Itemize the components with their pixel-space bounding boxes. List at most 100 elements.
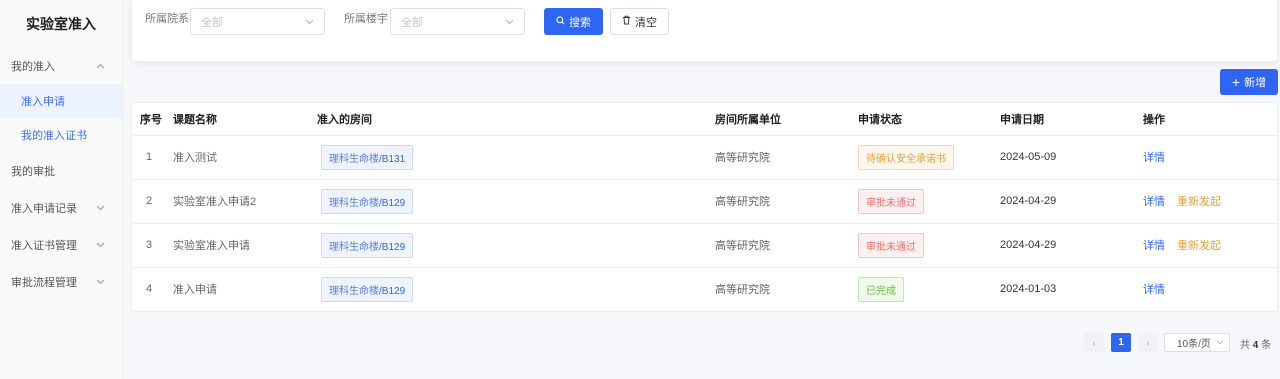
row-actions: 详情 重新发起 [1143,223,1277,268]
row-name: 准入申请 [173,284,217,297]
row-index: 1 [132,135,173,180]
total-count: 4 [1252,340,1259,351]
search-icon [556,15,565,28]
row-status-cell: 待确认安全承诺书 [858,135,1000,180]
sidebar-item-label: 准入申请记录 [11,202,77,215]
row-name: 实验室准入申请2 [173,179,317,224]
dept-select-value: 全部 [201,16,223,29]
building-select[interactable]: 全部 [390,8,525,35]
chevron-down-icon [505,17,514,27]
chevron-up-icon [94,60,106,72]
building-filter-label: 所属楼宇 [344,13,388,25]
col-header-unit: 房间所属单位 [715,103,858,136]
restart-link[interactable]: 重新发起 [1177,196,1221,208]
sidebar-item-my-approval[interactable]: 我的审批 [0,152,122,189]
row-index: 4 [146,283,153,296]
room-tag: 理科生命楼/B131 [321,144,414,170]
add-button[interactable]: + 新增 [1220,69,1278,95]
search-button[interactable]: 搜索 [544,8,603,35]
sidebar-item-apply-records[interactable]: 准入申请记录 [0,189,122,226]
main-content: 所属院系 全部 所属楼宇 全部 搜索 清空 + 新增 序号 课题名称 准入的房间… [123,0,1280,379]
row-status-cell: 审批未通过 [858,223,1000,268]
table-row: 1 准入测试 理科生命楼/B131 高等研究院 待确认安全承诺书 2024-05… [132,135,1277,180]
room-tag: 理科生命楼/B129 [321,188,414,214]
row-room-cell: 理科生命楼/B129 [317,267,715,311]
prev-page-button[interactable]: ‹ [1084,333,1104,352]
total-suffix: 条 [1261,340,1272,351]
page-size-select[interactable]: 10条/页 [1164,333,1230,352]
next-page-button[interactable]: › [1138,333,1158,352]
row-index: 3 [132,223,173,268]
row-unit: 高等研究院 [715,135,858,180]
sidebar-item-label: 准入证书管理 [11,239,77,252]
room-building: 理科生命楼 [329,285,379,297]
dept-select[interactable]: 全部 [190,8,325,35]
dept-filter-label: 所属院系 [145,13,189,25]
building-select-value: 全部 [401,16,423,29]
room-building: 理科生命楼 [329,241,379,253]
detail-link[interactable]: 详情 [1143,284,1165,296]
trash-icon [622,15,631,28]
status-badge: 待确认安全承诺书 [858,144,954,170]
detail-link[interactable]: 详情 [1143,240,1165,252]
col-header-actions: 操作 [1143,103,1277,136]
clear-button[interactable]: 清空 [610,8,669,35]
table-row: 3 实验室准入申请 理科生命楼/B129 高等研究院 审批未通过 2024-04… [132,223,1277,268]
row-unit: 高等研究院 [715,179,858,224]
table-header-row: 序号 课题名称 准入的房间 房间所属单位 申请状态 申请日期 操作 [132,103,1277,136]
sidebar-item-workflow-manage[interactable]: 审批流程管理 [0,263,122,300]
col-header-status: 申请状态 [858,103,1000,136]
page-1-button[interactable]: 1 [1111,333,1131,352]
room-code: /B131 [379,153,406,165]
row-name: 准入测试 [173,135,317,180]
chevron-down-icon [1216,337,1224,348]
table-row: 4 准入申请 理科生命楼/B129 高等研究院 已完成 2024-01-03 详… [132,267,1277,311]
col-header-date: 申请日期 [1000,103,1143,136]
row-actions: 详情 重新发起 [1143,179,1277,224]
page-size-value: 10条/页 [1177,339,1211,350]
room-building: 理科生命楼 [329,153,379,165]
total-prefix: 共 [1240,340,1250,351]
row-actions: 详情 [1143,267,1277,311]
sidebar-item-certificate-manage[interactable]: 准入证书管理 [0,226,122,263]
room-tag: 理科生命楼/B129 [321,232,414,258]
sidebar-item-label: 审批流程管理 [11,276,77,289]
col-header-room: 准入的房间 [317,103,715,136]
detail-link[interactable]: 详情 [1143,152,1165,164]
row-date: 2024-04-29 [1000,179,1143,224]
app: 实验室准入 我的准入 准入申请 我的准入证书 我的审批 准入申请记录 准入证书管… [0,0,1280,379]
application-table: 序号 课题名称 准入的房间 房间所属单位 申请状态 申请日期 操作 1 准入测试… [131,102,1278,312]
add-button-label: 新增 [1244,77,1267,89]
clear-button-label: 清空 [635,16,657,29]
row-actions: 详情 [1143,135,1277,180]
status-badge: 已完成 [858,276,904,302]
plus-icon: + [1231,74,1241,90]
table-row: 2 实验室准入申请2 理科生命楼/B129 高等研究院 审批未通过 2024-0… [132,179,1277,224]
chevron-down-icon [94,276,106,288]
row-room-cell: 理科生命楼/B129 [317,179,715,224]
filter-panel: 所属院系 全部 所属楼宇 全部 搜索 清空 [131,0,1278,62]
detail-link[interactable]: 详情 [1143,196,1165,208]
col-header-name: 课题名称 [173,103,317,136]
sidebar-item-my-certificate[interactable]: 我的准入证书 [0,118,122,152]
sidebar-item-my-access[interactable]: 我的准入 [0,47,122,84]
chevron-down-icon [305,17,314,27]
chevron-down-icon [94,239,106,251]
room-building: 理科生命楼 [329,197,379,209]
room-tag: 理科生命楼/B129 [321,276,414,302]
room-code: /B129 [379,241,406,253]
col-header-index: 序号 [132,103,173,136]
row-status-cell: 已完成 [858,267,1000,311]
chevron-down-icon [94,202,106,214]
row-room-cell: 理科生命楼/B129 [317,223,715,268]
row-name: 实验室准入申请 [173,223,317,268]
row-unit: 高等研究院 [715,284,770,297]
sidebar-item-access-apply[interactable]: 准入申请 [0,84,122,118]
sidebar: 实验室准入 我的准入 准入申请 我的准入证书 我的审批 准入申请记录 准入证书管… [0,0,123,379]
row-index: 2 [132,179,173,224]
status-badge: 审批未通过 [858,188,924,214]
restart-link[interactable]: 重新发起 [1177,240,1221,252]
row-date: 2024-04-29 [1000,223,1143,268]
status-badge: 审批未通过 [858,232,924,258]
app-title: 实验室准入 [26,16,96,32]
